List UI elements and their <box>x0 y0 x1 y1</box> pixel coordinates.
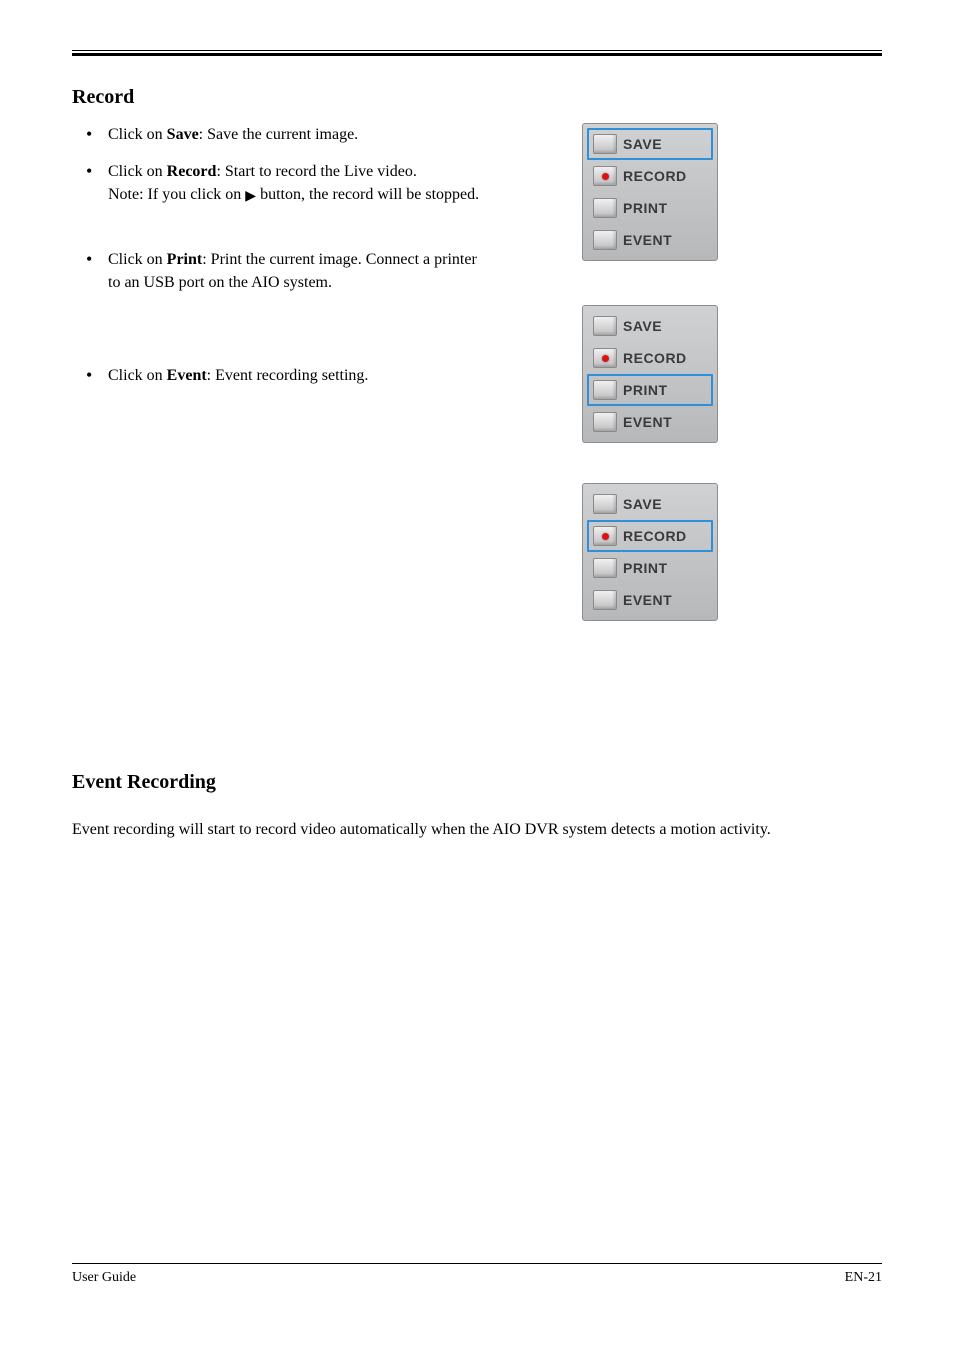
list-item: Click on Save: Save the current image. <box>72 123 492 146</box>
event-recording-paragraph: Event recording will start to record vid… <box>72 818 872 842</box>
list-item: Click on Record: Start to record the Liv… <box>72 160 492 207</box>
event-icon <box>593 230 617 250</box>
footer-right: EN-21 <box>845 1270 882 1286</box>
record-section: Click on Save: Save the current image. C… <box>72 123 882 661</box>
event-icon <box>593 590 617 610</box>
action-panel: SAVE RECORD PRINT EVENT <box>582 305 718 443</box>
record-button[interactable]: RECORD <box>587 520 713 552</box>
print-button[interactable]: PRINT <box>587 552 713 584</box>
event-button[interactable]: EVENT <box>587 224 713 256</box>
print-button[interactable]: PRINT <box>587 192 713 224</box>
section-title-record: Record <box>72 86 882 109</box>
section-title-event: Event Recording <box>72 771 882 794</box>
print-icon <box>593 558 617 578</box>
save-icon <box>593 134 617 154</box>
save-icon <box>593 316 617 336</box>
event-button[interactable]: EVENT <box>587 406 713 438</box>
record-icon <box>593 526 617 546</box>
print-icon <box>593 198 617 218</box>
page-footer: User Guide EN-21 <box>72 1263 882 1286</box>
double-rule <box>72 50 882 56</box>
action-panel: SAVE RECORD PRINT EVENT <box>582 483 718 621</box>
footer-left: User Guide <box>72 1270 136 1286</box>
print-button[interactable]: PRINT <box>587 374 713 406</box>
record-button[interactable]: RECORD <box>587 342 713 374</box>
save-button[interactable]: SAVE <box>587 488 713 520</box>
event-icon <box>593 412 617 432</box>
list-item: Click on Print: Print the current image.… <box>72 248 492 294</box>
list-item: Click on Event: Event recording setting. <box>72 364 492 387</box>
record-button[interactable]: RECORD <box>587 160 713 192</box>
bullet-list: Click on Save: Save the current image. C… <box>72 123 492 387</box>
play-icon: ▶ <box>245 187 256 207</box>
record-icon <box>593 348 617 368</box>
action-panel: SAVE RECORD PRINT EVENT <box>582 123 718 261</box>
save-icon <box>593 494 617 514</box>
save-button[interactable]: SAVE <box>587 310 713 342</box>
event-button[interactable]: EVENT <box>587 584 713 616</box>
record-icon <box>593 166 617 186</box>
save-button[interactable]: SAVE <box>587 128 713 160</box>
print-icon <box>593 380 617 400</box>
